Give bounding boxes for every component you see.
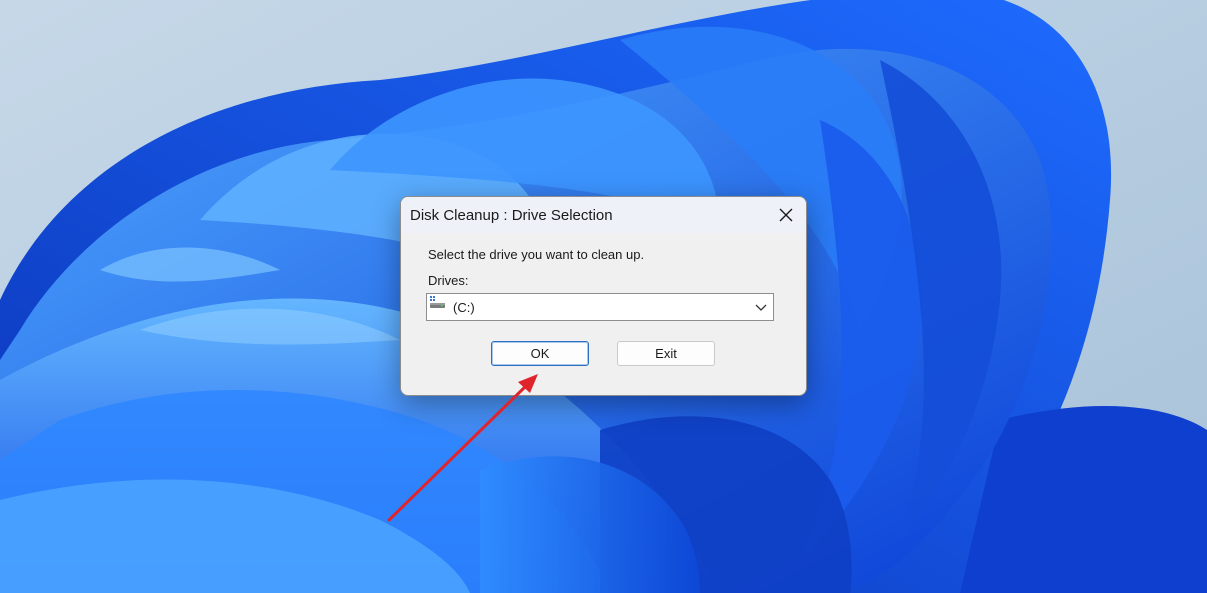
drives-dropdown[interactable]: (C:) (426, 293, 774, 321)
dialog-titlebar[interactable]: Disk Cleanup : Drive Selection (401, 197, 806, 233)
exit-button[interactable]: Exit (617, 341, 715, 366)
drives-label: Drives: (428, 273, 469, 288)
ok-button[interactable]: OK (491, 341, 589, 366)
close-icon (779, 208, 793, 222)
close-button[interactable] (766, 197, 806, 233)
hard-drive-icon (430, 296, 445, 308)
selected-drive: (C:) (453, 300, 475, 315)
disk-cleanup-dialog: Disk Cleanup : Drive Selection Select th… (400, 196, 807, 396)
chevron-down-icon (755, 304, 767, 311)
dialog-body: Select the drive you want to clean up. D… (401, 233, 806, 395)
dialog-title: Disk Cleanup : Drive Selection (410, 207, 613, 224)
instruction-text: Select the drive you want to clean up. (428, 247, 645, 262)
